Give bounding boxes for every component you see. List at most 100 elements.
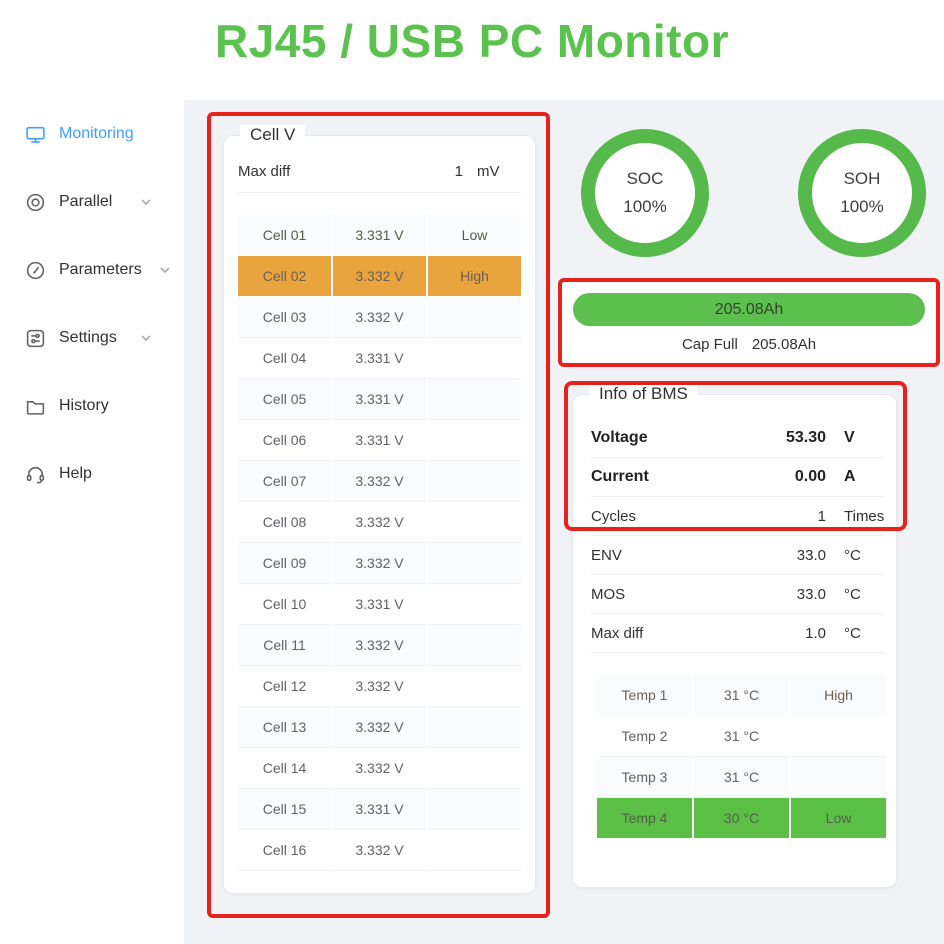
cell-status bbox=[428, 297, 521, 338]
bms-info-row: Max diff 1.0 °C bbox=[591, 614, 884, 653]
bms-info-rows: Voltage 53.30 V Current 0.00 A bbox=[591, 419, 884, 653]
cell-status bbox=[428, 502, 521, 543]
sidebar-item-help[interactable]: Help bbox=[0, 440, 184, 508]
temp-status: Low bbox=[791, 798, 886, 839]
cell-status bbox=[428, 707, 521, 748]
cell-name: Cell 03 bbox=[238, 297, 331, 338]
bms-info-row: ENV 33.0 °C bbox=[591, 536, 884, 575]
sidebar-item-settings[interactable]: Settings bbox=[0, 304, 184, 372]
bms-info-panel: Info of BMS Voltage 53.30 V Current bbox=[572, 394, 897, 888]
cell-name: Cell 02 bbox=[238, 256, 331, 297]
bms-info-row: Current 0.00 A bbox=[591, 458, 884, 497]
cell-voltage: 3.332 V bbox=[333, 297, 426, 338]
cell-status bbox=[428, 338, 521, 379]
cellv-panel: Cell V Max diff 1 mV Cell 01 3.331 V Low bbox=[223, 135, 536, 894]
sidebar-item-label: Settings bbox=[59, 329, 117, 347]
temp-row: Temp 3 31 °C bbox=[597, 757, 886, 798]
bms-row-unit: V bbox=[844, 429, 884, 447]
headset-icon bbox=[25, 464, 46, 485]
temp-name: Temp 1 bbox=[597, 675, 692, 716]
cell-voltage: 3.331 V bbox=[333, 379, 426, 420]
cell-voltage: 3.332 V bbox=[333, 666, 426, 707]
cell-row: Cell 07 3.332 V bbox=[238, 461, 521, 502]
bms-row-value: 33.0 bbox=[746, 547, 826, 564]
cell-voltage: 3.331 V bbox=[333, 215, 426, 256]
soc-value: 100% bbox=[623, 197, 666, 217]
sliders-icon bbox=[25, 328, 46, 349]
sidebar-item-monitoring[interactable]: Monitoring bbox=[0, 100, 184, 168]
cell-row: Cell 16 3.332 V bbox=[238, 830, 521, 871]
cell-name: Cell 10 bbox=[238, 584, 331, 625]
cell-status bbox=[428, 420, 521, 461]
eye-icon bbox=[25, 192, 46, 213]
cell-voltage: 3.332 V bbox=[333, 625, 426, 666]
cell-row: Cell 02 3.332 V High bbox=[238, 256, 521, 297]
cap-full-label: Cap Full bbox=[682, 336, 738, 353]
gauge-icon bbox=[25, 260, 46, 281]
bms-row-label: ENV bbox=[591, 547, 746, 564]
sidebar-item-label: Parallel bbox=[59, 193, 112, 211]
cell-status bbox=[428, 666, 521, 707]
temp-row: Temp 1 31 °C High bbox=[597, 675, 886, 716]
capacity-bar: 205.08Ah bbox=[573, 293, 925, 326]
cell-row: Cell 10 3.331 V bbox=[238, 584, 521, 625]
sidebar-item-history[interactable]: History bbox=[0, 372, 184, 440]
cell-status bbox=[428, 748, 521, 789]
cell-name: Cell 16 bbox=[238, 830, 331, 871]
chevron-down-icon bbox=[159, 264, 171, 276]
cell-voltage: 3.331 V bbox=[333, 584, 426, 625]
cell-voltage: 3.332 V bbox=[333, 543, 426, 584]
cell-row: Cell 08 3.332 V bbox=[238, 502, 521, 543]
cell-status bbox=[428, 830, 521, 871]
cell-name: Cell 12 bbox=[238, 666, 331, 707]
bms-row-value: 1.0 bbox=[746, 625, 826, 642]
cap-full-value: 205.08Ah bbox=[752, 336, 816, 353]
capacity-red-callout: 205.08Ah Cap Full 205.08Ah bbox=[558, 278, 940, 367]
soh-gauge: SOH 100% bbox=[798, 129, 926, 257]
cell-row: Cell 04 3.331 V bbox=[238, 338, 521, 379]
bms-row-label: MOS bbox=[591, 586, 746, 603]
cell-name: Cell 07 bbox=[238, 461, 331, 502]
cell-voltage: 3.332 V bbox=[333, 748, 426, 789]
bms-info-row: MOS 33.0 °C bbox=[591, 575, 884, 614]
cell-row: Cell 01 3.331 V Low bbox=[238, 215, 521, 256]
cell-row: Cell 11 3.332 V bbox=[238, 625, 521, 666]
monitor-icon bbox=[25, 124, 46, 145]
bms-row-label: Cycles bbox=[591, 508, 746, 525]
cell-name: Cell 09 bbox=[238, 543, 331, 584]
bms-row-value: 33.0 bbox=[746, 586, 826, 603]
cell-voltage: 3.331 V bbox=[333, 789, 426, 830]
soh-value: 100% bbox=[840, 197, 883, 217]
content: Monitoring Parallel Parameters Settings bbox=[0, 100, 944, 944]
temp-value: 31 °C bbox=[694, 757, 789, 798]
cell-voltage-table: Cell 01 3.331 V Low Cell 02 3.332 V High… bbox=[238, 215, 521, 871]
cell-name: Cell 05 bbox=[238, 379, 331, 420]
bms-row-unit: Times bbox=[844, 508, 884, 525]
gauges: SOC 100% SOH 100% bbox=[558, 112, 944, 257]
sidebar-item-parameters[interactable]: Parameters bbox=[0, 236, 184, 304]
bms-row-label: Max diff bbox=[591, 625, 746, 642]
title-band: RJ45 / USB PC Monitor bbox=[0, 0, 944, 100]
cell-name: Cell 06 bbox=[238, 420, 331, 461]
sidebar: Monitoring Parallel Parameters Settings bbox=[0, 100, 184, 944]
main-area: Cell V Max diff 1 mV Cell 01 3.331 V Low bbox=[184, 100, 944, 944]
cell-row: Cell 15 3.331 V bbox=[238, 789, 521, 830]
cell-row: Cell 14 3.332 V bbox=[238, 748, 521, 789]
chevron-down-icon bbox=[140, 332, 152, 344]
cell-name: Cell 08 bbox=[238, 502, 331, 543]
cell-status bbox=[428, 543, 521, 584]
folder-icon bbox=[25, 396, 46, 417]
bms-row-unit: A bbox=[844, 468, 884, 486]
cell-row: Cell 12 3.332 V bbox=[238, 666, 521, 707]
temp-name: Temp 3 bbox=[597, 757, 692, 798]
temp-value: 31 °C bbox=[694, 675, 789, 716]
bms-row-value: 53.30 bbox=[746, 429, 826, 447]
cell-status bbox=[428, 379, 521, 420]
cell-name: Cell 14 bbox=[238, 748, 331, 789]
temp-value: 30 °C bbox=[694, 798, 789, 839]
chevron-down-icon bbox=[140, 196, 152, 208]
sidebar-item-parallel[interactable]: Parallel bbox=[0, 168, 184, 236]
cell-row: Cell 05 3.331 V bbox=[238, 379, 521, 420]
cell-voltage: 3.332 V bbox=[333, 461, 426, 502]
soc-label: SOC bbox=[627, 169, 664, 189]
